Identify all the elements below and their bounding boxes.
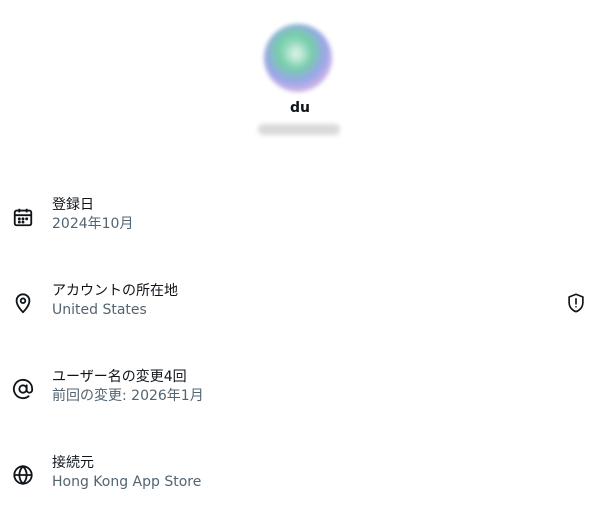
at-sign-icon [12,378,34,400]
profile-header: du [0,0,600,150]
info-row-username-changes: ユーザー名の変更4回 前回の変更: 2026年1月 [0,366,600,426]
joined-value: 2024年10月 [52,216,134,232]
connected-via-value: Hong Kong App Store [52,474,202,490]
location-pin-icon [12,292,34,314]
location-label: アカウントの所在地 [52,283,178,299]
username-changes-label: ユーザー名の変更4回 [52,369,187,385]
username-changes-value: 前回の変更: 2026年1月 [52,388,204,404]
username-handle-blurred [258,124,340,135]
avatar[interactable] [264,24,332,92]
display-name: du [290,100,310,116]
info-row-location: アカウントの所在地 United States [0,280,600,340]
shield-info-icon[interactable] [565,292,587,314]
globe-icon [12,464,34,486]
location-value: United States [52,302,147,318]
info-row-connected-via: 接続元 Hong Kong App Store [0,452,600,512]
joined-label: 登録日 [52,197,94,213]
info-row-joined: 登録日 2024年10月 [0,194,600,254]
connected-via-label: 接続元 [52,455,94,471]
calendar-icon [12,206,34,228]
